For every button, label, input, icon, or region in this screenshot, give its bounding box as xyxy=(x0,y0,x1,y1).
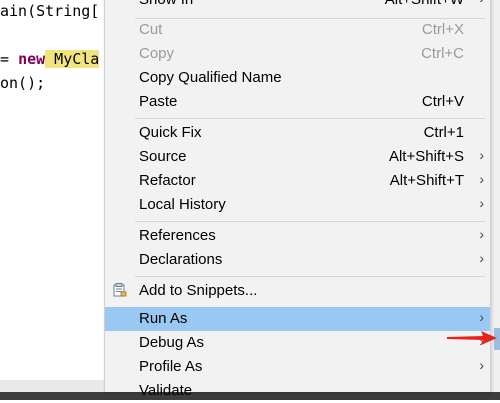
code-operator: = xyxy=(0,50,19,68)
menu-item-shortcut: Alt+Shift+W xyxy=(385,0,464,8)
menu-item-references[interactable]: References › xyxy=(105,224,490,248)
menu-item-label: Copy Qualified Name xyxy=(139,69,282,86)
annotation-arrow-icon xyxy=(447,331,497,345)
menu-item-label: Cut xyxy=(139,21,163,38)
menu-item-label: Debug As xyxy=(139,334,205,351)
menu-item-label: Local History xyxy=(139,196,226,213)
code-line: on(); xyxy=(0,74,46,92)
code-line: = new MyCla xyxy=(0,50,100,68)
submenu-arrow-icon: › xyxy=(479,147,484,163)
menu-item-profile-as[interactable]: Profile As › xyxy=(105,355,490,379)
menu-item-label: Quick Fix xyxy=(139,124,202,141)
menu-item-label: Validate xyxy=(139,382,193,399)
menu-separator xyxy=(135,276,485,277)
menu-item-validate[interactable]: Validate xyxy=(105,379,490,403)
snippet-icon xyxy=(113,283,127,297)
menu-item-cut[interactable]: Cut Ctrl+X xyxy=(105,18,490,42)
menu-item-label: Source xyxy=(139,148,187,165)
submenu-arrow-icon: › xyxy=(479,0,484,6)
menu-item-add-to-snippets[interactable]: Add to Snippets... xyxy=(105,279,490,303)
menu-item-declarations[interactable]: Declarations › xyxy=(105,248,490,272)
submenu-arrow-icon: › xyxy=(479,195,484,211)
menu-item-source[interactable]: Source Alt+Shift+S › xyxy=(105,145,490,169)
menu-item-quick-fix[interactable]: Quick Fix Ctrl+1 xyxy=(105,121,490,145)
code-editor[interactable]: ain(String[ = new MyCla on(); xyxy=(0,0,104,400)
menu-item-debug-as[interactable]: Debug As › xyxy=(105,331,490,355)
code-keyword: new xyxy=(18,50,46,68)
menu-item-show-in[interactable]: Show In Alt+Shift+W › xyxy=(105,0,490,12)
menu-item-run-as[interactable]: Run As › xyxy=(105,307,490,331)
submenu-arrow-icon: › xyxy=(479,357,484,373)
menu-item-shortcut: Ctrl+1 xyxy=(423,124,464,141)
menu-item-label: Run As xyxy=(139,310,188,327)
menu-item-label: Declarations xyxy=(139,251,223,268)
menu-item-refactor[interactable]: Refactor Alt+Shift+T › xyxy=(105,169,490,193)
menu-item-label: Add to Snippets... xyxy=(139,282,258,299)
context-menu: Show In Alt+Shift+W › Cut Ctrl+X Copy Ct… xyxy=(104,0,491,399)
menu-separator xyxy=(135,221,485,222)
menu-item-label: Copy xyxy=(139,45,175,62)
submenu-arrow-icon: › xyxy=(479,250,484,266)
menu-item-shortcut: Ctrl+X xyxy=(421,21,464,38)
code-line: ain(String[ xyxy=(0,2,100,20)
code-class-name: MyCla xyxy=(45,50,100,68)
menu-item-label: Refactor xyxy=(139,172,196,189)
submenu-arrow-icon: › xyxy=(479,171,484,187)
menu-separator xyxy=(135,118,485,119)
editor-footer xyxy=(0,380,104,392)
menu-item-paste[interactable]: Paste Ctrl+V xyxy=(105,90,490,114)
menu-item-label: References xyxy=(139,227,216,244)
menu-item-shortcut: Ctrl+V xyxy=(421,93,464,110)
menu-item-shortcut: Alt+Shift+S xyxy=(388,148,464,165)
menu-item-label: Paste xyxy=(139,93,178,110)
menu-item-label: Profile As xyxy=(139,358,203,375)
menu-item-copy-qualified-name[interactable]: Copy Qualified Name xyxy=(105,66,490,90)
menu-item-label: Show In xyxy=(139,0,193,8)
menu-item-shortcut: Alt+Shift+T xyxy=(389,172,464,189)
menu-item-copy[interactable]: Copy Ctrl+C xyxy=(105,42,490,66)
submenu-arrow-icon: › xyxy=(479,309,484,325)
submenu-arrow-icon: › xyxy=(479,226,484,242)
menu-item-shortcut: Ctrl+C xyxy=(421,45,464,62)
menu-item-local-history[interactable]: Local History › xyxy=(105,193,490,217)
